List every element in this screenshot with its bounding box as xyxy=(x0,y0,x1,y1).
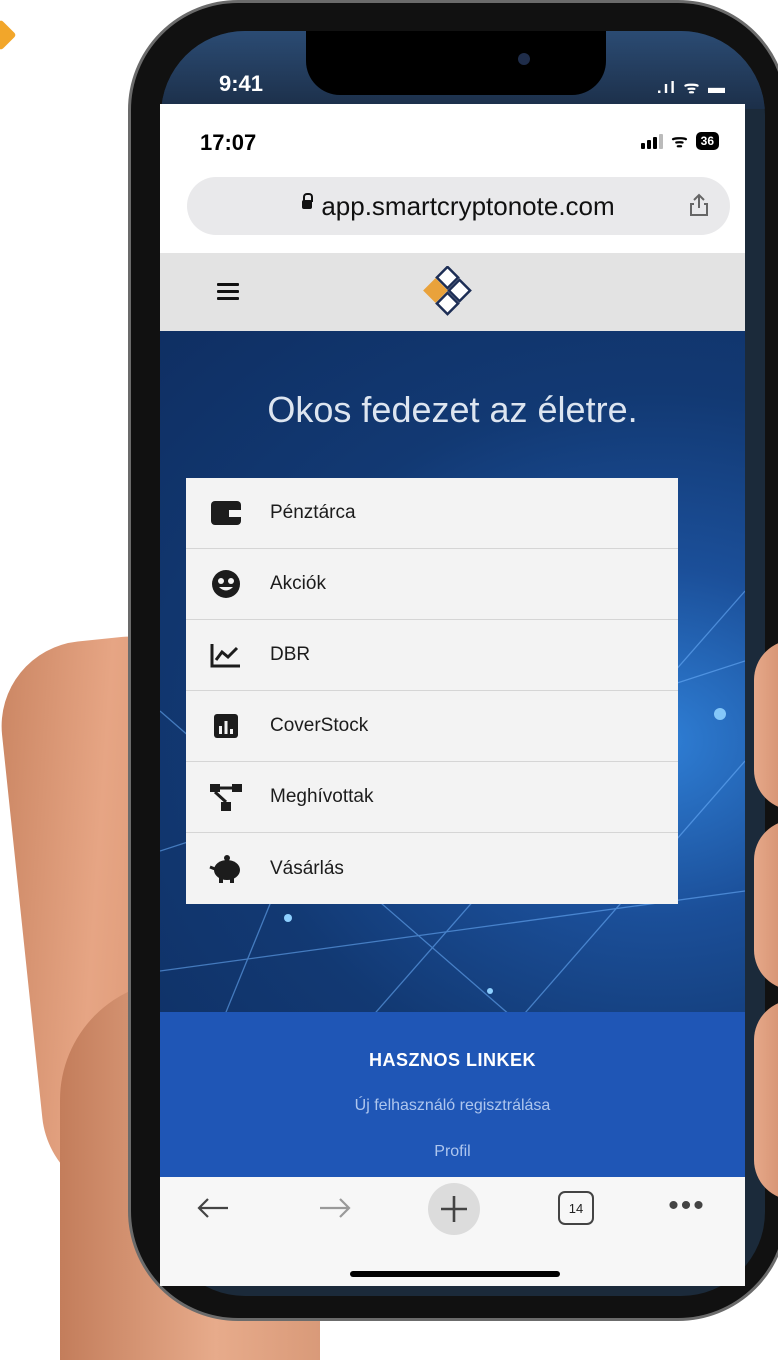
hand-finger xyxy=(754,1000,778,1200)
share-icon[interactable] xyxy=(686,192,712,218)
menu-item-label: Pénztárca xyxy=(270,502,356,523)
phone-notch xyxy=(306,31,606,95)
logo xyxy=(423,266,472,316)
piggy-bank-icon xyxy=(208,851,244,887)
chart-line-icon xyxy=(208,637,244,673)
hand-finger xyxy=(754,640,778,810)
app-header xyxy=(160,253,745,332)
menu-item-label: CoverStock xyxy=(270,715,369,736)
corner-accent-shape xyxy=(0,19,17,51)
plus-icon xyxy=(441,1196,467,1222)
browser-toolbar: 14 ••• xyxy=(160,1177,745,1286)
status-bar: 17:07 ᯤ 36 xyxy=(160,104,745,168)
menu-item-label: Akciók xyxy=(270,573,326,594)
arrow-right-icon xyxy=(320,1198,351,1218)
menu-item-label: Vásárlás xyxy=(270,857,344,879)
url-text: app.smartcryptonote.com xyxy=(321,190,615,221)
browser-screen: 17:07 ᯤ 36 app.smartcryptonote.com Okos … xyxy=(160,104,745,1286)
hero-headline: Okos fedezet az életre. xyxy=(267,389,638,430)
bar-chart-icon xyxy=(208,708,244,744)
menu-item-dbr[interactable]: DBR xyxy=(186,620,678,691)
lock-icon xyxy=(302,192,314,209)
main-menu: Pénztárca Akciók DBR CoverStock Meghívot… xyxy=(186,478,678,904)
wallet-icon xyxy=(208,495,244,531)
menu-item-label: Meghívottak xyxy=(270,786,374,807)
menu-item-wallet[interactable]: Pénztárca xyxy=(186,478,678,549)
battery-icon: 36 xyxy=(695,132,719,150)
arrow-left-icon xyxy=(197,1198,228,1218)
menu-item-purchase[interactable]: Vásárlás xyxy=(186,833,678,904)
device-clock: 9:41 xyxy=(219,71,264,96)
status-icons: ᯤ 36 xyxy=(641,132,719,150)
new-tab-button[interactable] xyxy=(428,1183,480,1235)
more-button[interactable]: ••• xyxy=(665,1191,709,1221)
address-bar[interactable]: app.smartcryptonote.com xyxy=(187,177,730,235)
useful-links-footer: HASZNOS LINKEK Új felhasználó regisztrál… xyxy=(160,1012,745,1182)
forward-button[interactable] xyxy=(310,1183,360,1233)
menu-item-label: DBR xyxy=(270,644,311,665)
menu-item-coverstock[interactable]: CoverStock xyxy=(186,691,678,762)
signal-icon xyxy=(641,133,664,149)
menu-item-invited[interactable]: Meghívottak xyxy=(186,762,678,833)
network-tree-icon xyxy=(208,779,244,815)
back-button[interactable] xyxy=(188,1183,238,1233)
hand-finger xyxy=(754,820,778,990)
star-struck-face-icon xyxy=(208,566,244,602)
footer-link-profile[interactable]: Profil xyxy=(160,1143,745,1161)
menu-item-actions[interactable]: Akciók xyxy=(186,549,678,620)
status-time: 17:07 xyxy=(200,130,257,155)
footer-link-register[interactable]: Új felhasználó regisztrálása xyxy=(160,1097,745,1115)
device-status-icons: .ıl ᯤ ▬ xyxy=(656,78,727,97)
tabs-button[interactable]: 14 xyxy=(558,1191,594,1225)
menu-icon[interactable] xyxy=(217,283,239,304)
camera-icon xyxy=(518,53,530,65)
home-indicator xyxy=(350,1271,560,1277)
footer-title: HASZNOS LINKEK xyxy=(368,1050,536,1070)
wifi-icon: ᯤ xyxy=(671,131,688,151)
